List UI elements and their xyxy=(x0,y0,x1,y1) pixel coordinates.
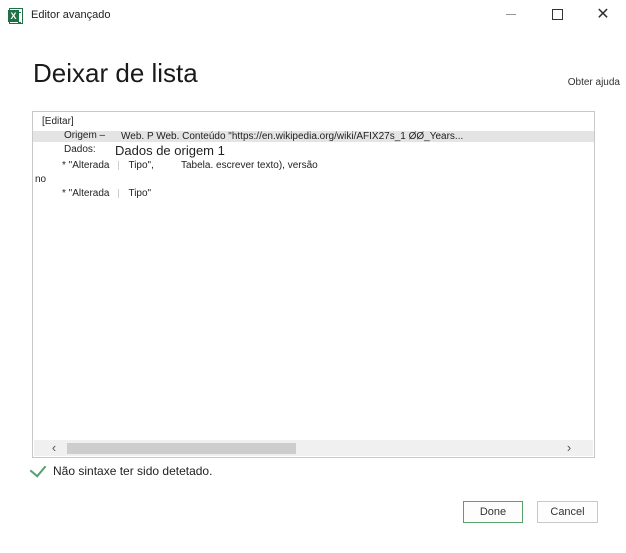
check-icon xyxy=(29,460,47,478)
origem-label: Origem – xyxy=(64,130,106,141)
token-separator xyxy=(118,160,120,170)
title-bar: X Editor avançado ✕ xyxy=(0,0,626,32)
origem-value: Web. P Web. Conteúdo "https://en.wikiped… xyxy=(121,131,464,142)
token-separator xyxy=(118,188,120,198)
alterada-value: Tabela. escrever texto), versão xyxy=(181,160,318,171)
close-icon: ✕ xyxy=(596,6,610,23)
horizontal-scrollbar[interactable]: ‹ › xyxy=(34,440,593,456)
code-line-no: no xyxy=(35,174,47,185)
scroll-right-icon[interactable]: › xyxy=(561,440,577,456)
maximize-button[interactable] xyxy=(534,0,580,32)
page-title: Deixar de lista xyxy=(33,58,198,88)
tipo-label: Tipo" xyxy=(128,188,152,199)
status-text: Não sintaxe ter sido detetado. xyxy=(53,464,213,478)
code-line-alterada-2: * "Alterada Tipo" xyxy=(62,188,151,199)
syntax-status: Não sintaxe ter sido detetado. xyxy=(29,460,213,480)
alterada-label: * "Alterada xyxy=(62,188,110,199)
dados-value: Dados de origem 1 xyxy=(115,143,225,158)
cancel-button[interactable]: Cancel xyxy=(537,501,598,523)
scroll-left-icon[interactable]: ‹ xyxy=(46,440,62,456)
code-editor[interactable]: [Editar] Origem – Web. P Web. Conteúdo "… xyxy=(32,111,595,458)
code-line-alterada-1: * "Alterada Tipo", xyxy=(62,160,154,171)
code-line-edit: [Editar] xyxy=(42,116,74,127)
tipo-label: Tipo", xyxy=(128,160,154,171)
alterada-label: * "Alterada xyxy=(62,160,110,171)
dados-label: Dados: xyxy=(64,144,96,155)
close-button[interactable]: ✕ xyxy=(580,0,626,32)
maximize-icon xyxy=(551,9,563,21)
minimize-icon xyxy=(506,14,516,16)
excel-icon: X xyxy=(8,8,23,24)
scrollbar-thumb[interactable] xyxy=(67,443,296,454)
help-link[interactable]: Obter ajuda xyxy=(568,77,620,88)
window-title: Editor avançado xyxy=(31,9,111,21)
done-button[interactable]: Done xyxy=(463,501,523,523)
code-line-dados: Dados: xyxy=(64,144,96,155)
code-line-origem: Origem – xyxy=(64,130,105,141)
minimize-button[interactable] xyxy=(488,0,534,32)
